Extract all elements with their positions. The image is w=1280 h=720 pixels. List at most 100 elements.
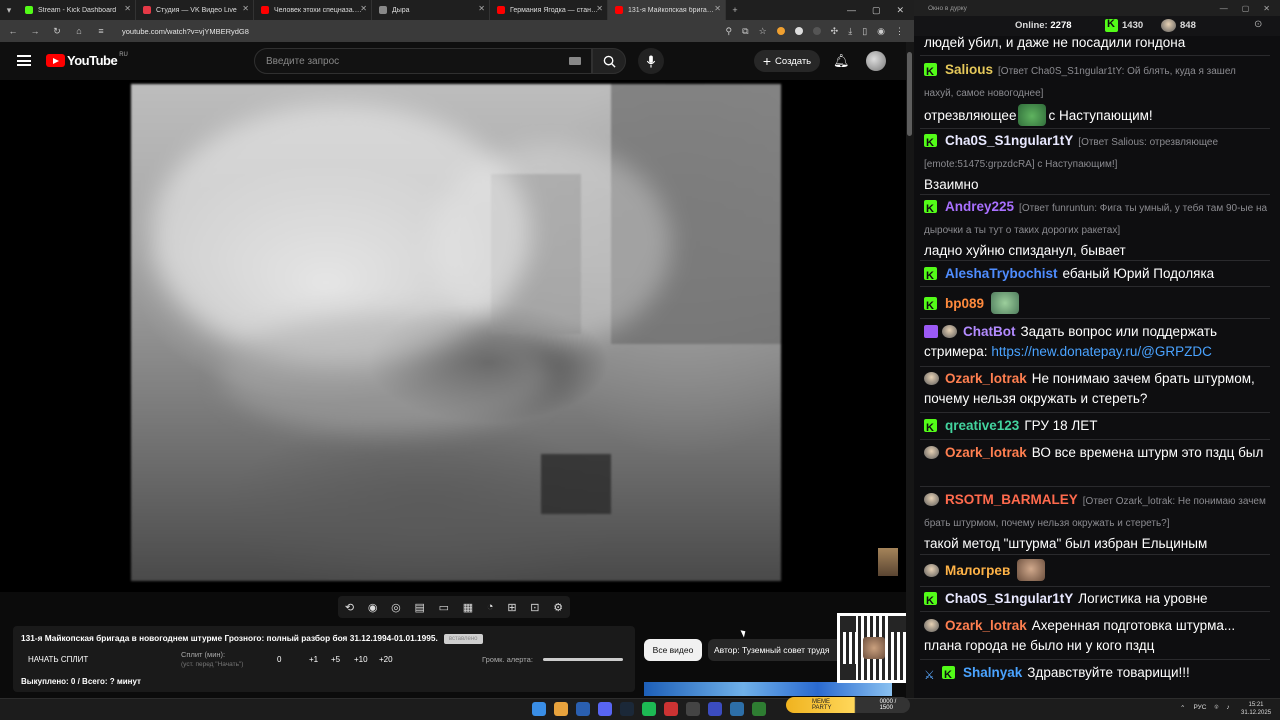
close-tab-icon[interactable]: ✕ <box>478 4 485 13</box>
chat-username[interactable]: Cha0S_S1ngular1tY <box>945 133 1073 148</box>
cast-icon[interactable]: ⧉ <box>742 26 748 37</box>
close-window-icon[interactable]: ✕ <box>896 5 904 16</box>
clapper-icon[interactable]: ▤ <box>415 601 425 614</box>
obs-icon[interactable] <box>664 702 678 716</box>
app-icon[interactable] <box>752 702 766 716</box>
url-field[interactable]: youtube.com/watch?v=vjYMBERydG8 <box>122 27 249 36</box>
chat-message-list[interactable]: людей убил, и даже не посадили гондона S… <box>914 36 1280 698</box>
maximize-icon[interactable]: ▢ <box>872 5 881 16</box>
reload-icon[interactable]: ↻ <box>52 26 62 37</box>
minimize-icon[interactable]: — <box>1220 4 1228 13</box>
page-scrollbar-thumb[interactable] <box>907 52 912 136</box>
chat-username[interactable]: Ozark_lotrak <box>945 445 1027 460</box>
download-icon[interactable]: ⤓ <box>848 26 852 37</box>
split-add-5-button[interactable]: +5 <box>331 655 340 664</box>
tab-search-icon[interactable]: ▾ <box>0 0 18 20</box>
zoom-icon[interactable]: ⚲ <box>726 26 733 37</box>
close-tab-icon[interactable]: ✕ <box>596 4 603 13</box>
chat-username[interactable]: Salious <box>945 62 993 77</box>
chip-all-videos[interactable]: Все видео <box>644 639 702 661</box>
taskbar-clock[interactable]: 15:21 31.12.2025 <box>1241 701 1271 717</box>
screen-icon[interactable]: ▭ <box>439 601 449 614</box>
speed-icon[interactable]: ◔ <box>487 601 494 613</box>
extension-icon[interactable] <box>776 27 785 35</box>
search-button[interactable] <box>592 48 626 74</box>
spotify-icon[interactable] <box>642 702 656 716</box>
browser-tab-3[interactable]: Человек этохи спецназа. Как...✕ <box>254 0 372 20</box>
minimize-icon[interactable]: — <box>847 5 856 16</box>
maximize-icon[interactable]: ▢ <box>1242 4 1250 13</box>
chip-author[interactable]: Автор: Туземный совет трудя <box>708 639 848 661</box>
film-icon[interactable]: ▦ <box>463 601 473 614</box>
language-indicator[interactable]: РУС <box>1193 704 1206 712</box>
create-button[interactable]: + Создать <box>754 50 820 72</box>
sidebar-icon[interactable]: ▯ <box>862 26 867 37</box>
video-player[interactable] <box>0 80 906 592</box>
bookmark-star-icon[interactable]: ☆ <box>759 26 767 37</box>
video-frame[interactable] <box>131 84 781 581</box>
chrome-icon[interactable] <box>554 702 568 716</box>
network-icon[interactable]: ⌾ <box>1214 704 1218 712</box>
channel-thumbnail[interactable] <box>878 548 898 576</box>
app-icon[interactable] <box>576 702 590 716</box>
page-scrollbar[interactable] <box>906 42 914 698</box>
close-tab-icon[interactable]: ✕ <box>124 4 131 13</box>
home-icon[interactable]: ⌂ <box>74 26 84 36</box>
loop-icon[interactable]: ⟲ <box>345 601 354 614</box>
chat-username[interactable]: Andrey225 <box>945 199 1014 214</box>
app-icon[interactable] <box>708 702 722 716</box>
chat-username[interactable]: ChatBot <box>963 324 1016 339</box>
voice-search-button[interactable] <box>638 48 664 74</box>
chat-username[interactable]: Малогрев <box>945 563 1010 578</box>
discord-icon[interactable] <box>598 702 612 716</box>
profile-icon[interactable]: ◉ <box>877 26 885 37</box>
close-tab-icon[interactable]: ✕ <box>360 4 367 13</box>
app-icon[interactable] <box>730 702 744 716</box>
chat-username[interactable]: qreative123 <box>945 418 1019 433</box>
menu-hamburger-icon[interactable] <box>17 55 31 66</box>
extension-icon[interactable] <box>812 27 821 35</box>
split-add-20-button[interactable]: +20 <box>379 655 393 664</box>
browser-tab-6-active[interactable]: 131-я Майкопская бригад... ✕ <box>608 0 726 20</box>
browser-tab-1[interactable]: Stream - Kick Dashboard ✕ <box>18 0 136 20</box>
close-window-icon[interactable]: ✕ <box>1263 4 1270 13</box>
notifications-bell-icon[interactable]: 🔔︎ <box>833 53 850 69</box>
tray-chevron-icon[interactable]: ⌃ <box>1180 704 1185 712</box>
browser-tab-4[interactable]: Дыра ✕ <box>372 0 490 20</box>
chat-username[interactable]: AleshaTrybochist <box>945 266 1058 281</box>
alert-volume-slider[interactable] <box>543 658 623 661</box>
broadcast-icon[interactable]: ◉ <box>368 601 378 614</box>
account-avatar[interactable] <box>866 51 886 71</box>
chat-username[interactable]: RSOTM_BARMALEY <box>945 492 1078 507</box>
steam-icon[interactable] <box>620 702 634 716</box>
split-add-1-button[interactable]: +1 <box>309 655 318 664</box>
extension-icon[interactable] <box>794 27 803 35</box>
windows-start-icon[interactable] <box>532 702 546 716</box>
volume-icon[interactable]: ♪ <box>1226 704 1229 712</box>
donate-link[interactable]: https://new.donatepay.ru/@GRPZDC <box>991 344 1212 359</box>
browser-tab-5[interactable]: Германия Ягодка — становлени...✕ <box>490 0 608 20</box>
youtube-logo[interactable]: YouTube RU <box>46 52 128 68</box>
settings-gear-icon[interactable]: ⚙ <box>553 601 563 614</box>
eye-icon[interactable]: ◎ <box>391 601 401 614</box>
add-clip-icon[interactable]: ⊞ <box>507 601 516 614</box>
split-add-10-button[interactable]: +10 <box>354 655 368 664</box>
screenshot-icon[interactable]: ⊡ <box>530 601 539 614</box>
start-split-button[interactable]: НАЧАТЬ СПЛИТ <box>28 655 88 664</box>
recommended-video-thumbnail[interactable] <box>644 682 892 696</box>
chat-username[interactable]: Shalnyak <box>963 665 1022 680</box>
chat-username[interactable]: bp089 <box>945 296 984 311</box>
back-icon[interactable]: ← <box>8 26 18 36</box>
extensions-puzzle-icon[interactable]: ✣ <box>831 26 839 37</box>
chat-username[interactable]: Cha0S_S1ngular1tY <box>945 591 1073 606</box>
site-info-icon[interactable]: ≡ <box>96 26 106 36</box>
keyboard-icon[interactable] <box>569 57 581 65</box>
chat-username[interactable]: Ozark_lotrak <box>945 371 1027 386</box>
app-icon[interactable] <box>686 702 700 716</box>
close-tab-icon[interactable]: ✕ <box>242 4 249 13</box>
close-tab-icon[interactable]: ✕ <box>714 4 721 13</box>
forward-icon[interactable]: → <box>30 26 40 36</box>
new-tab-button[interactable]: + <box>726 0 744 20</box>
chat-username[interactable]: Ozark_lotrak <box>945 618 1027 633</box>
search-input[interactable]: Введите запрос <box>254 48 592 74</box>
